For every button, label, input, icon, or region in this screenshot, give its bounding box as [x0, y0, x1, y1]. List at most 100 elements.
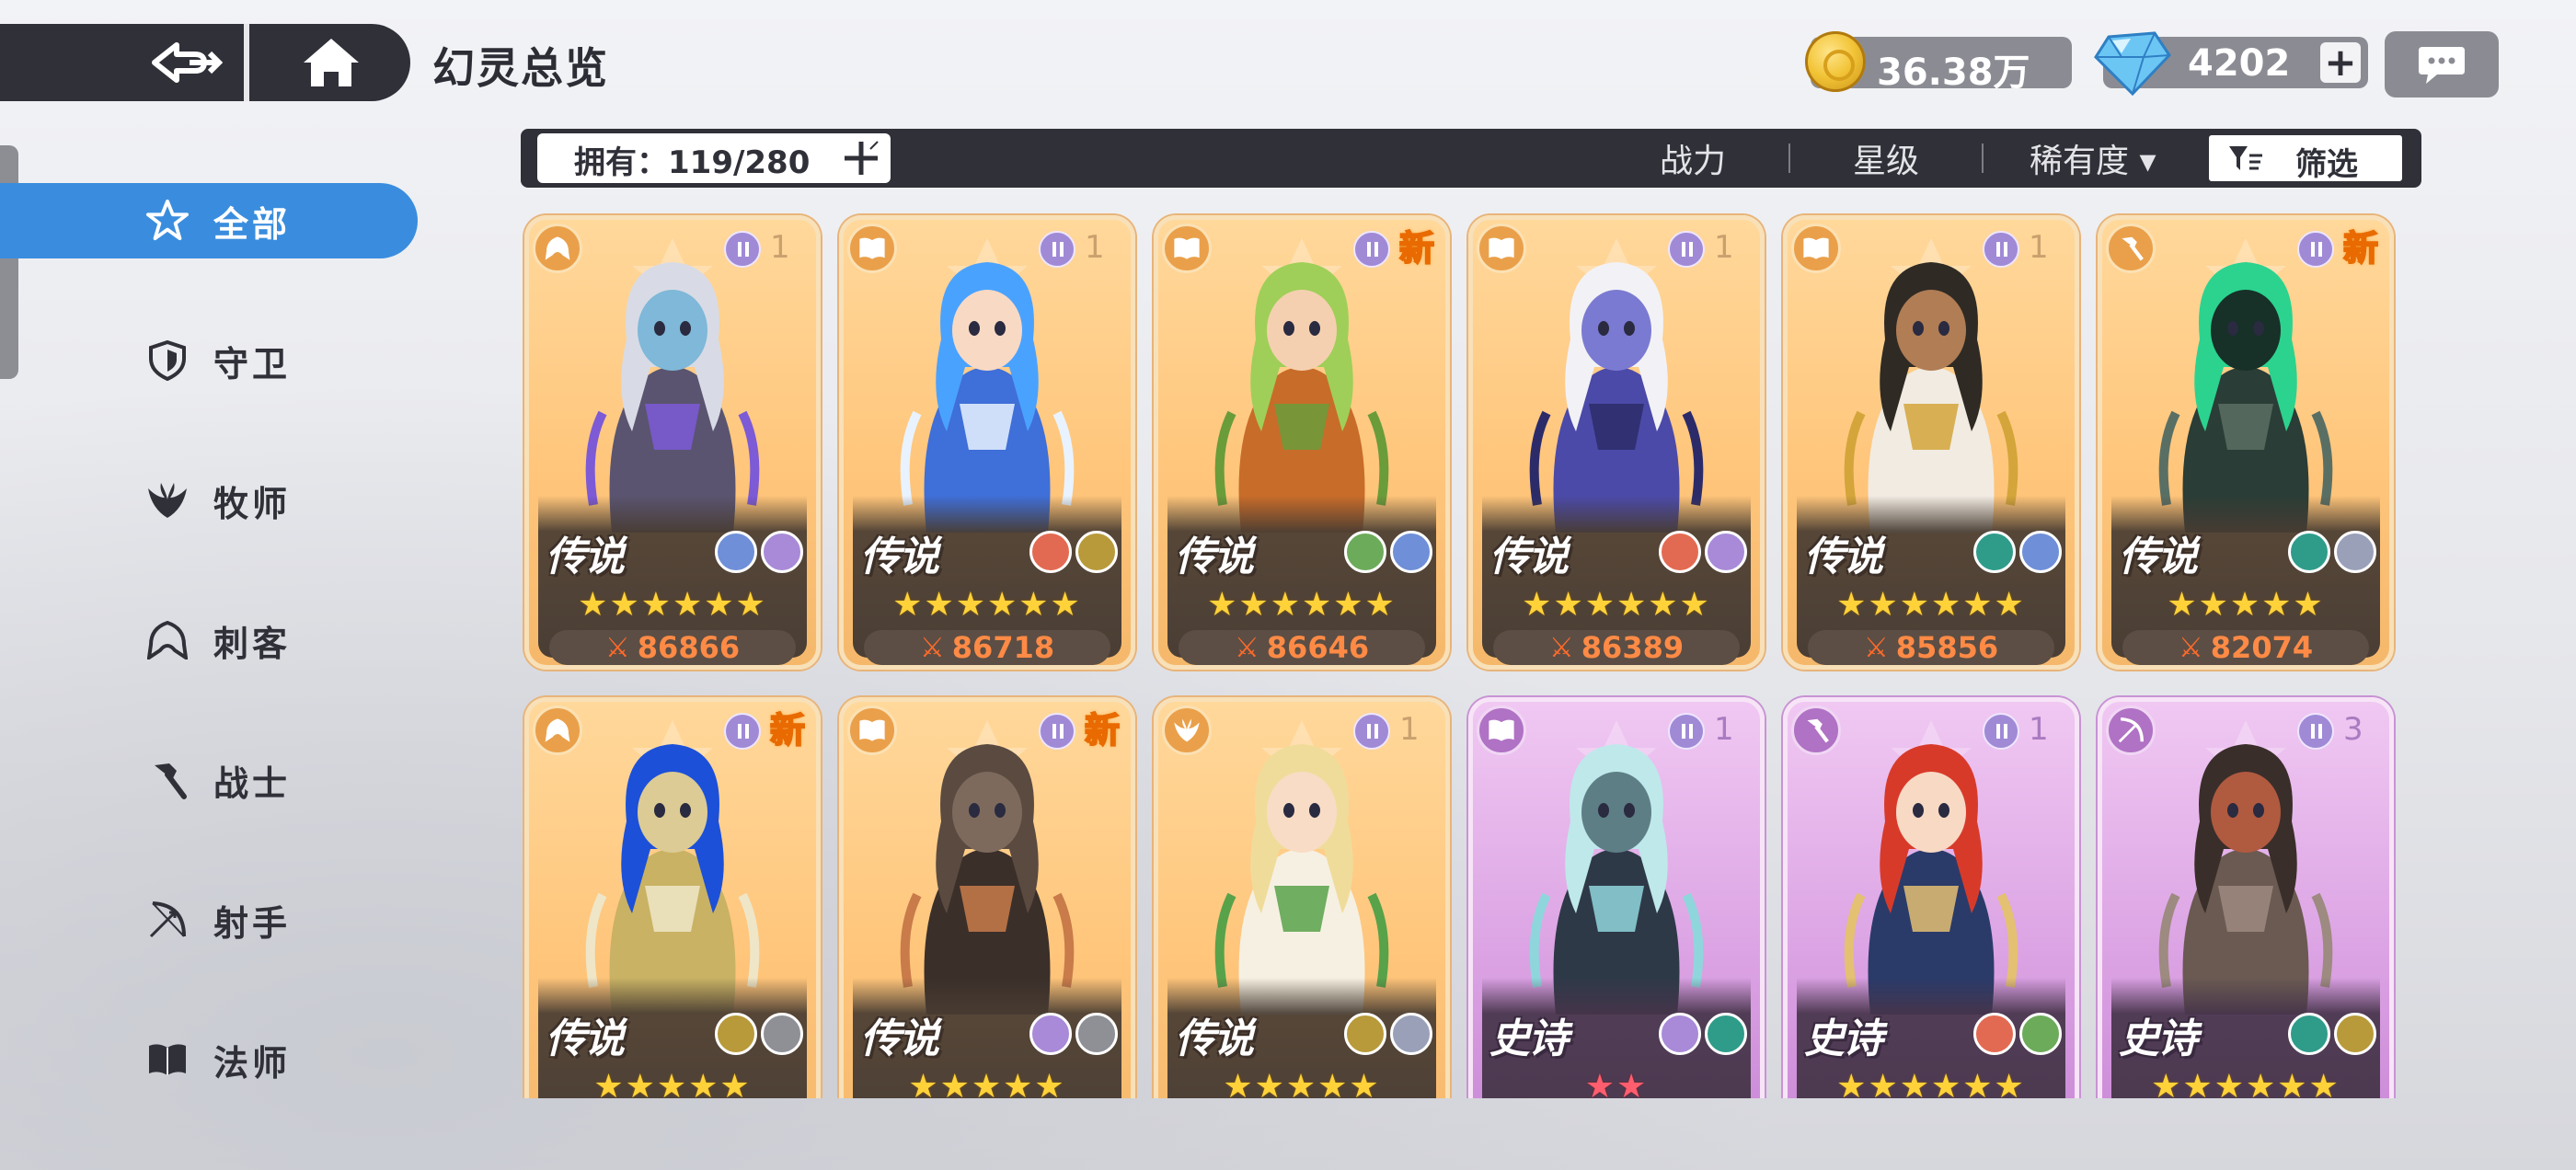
crossed-swords-icon: ⚔ — [1234, 631, 1259, 664]
element-icon — [1344, 531, 1386, 573]
sort-star-button[interactable]: 星级 — [1853, 134, 1919, 182]
new-tag: 新 — [2342, 227, 2379, 270]
element-icon — [715, 1013, 757, 1055]
tier-badge-icon — [2297, 713, 2334, 750]
element-icon — [1659, 531, 1701, 573]
character-portrait — [585, 238, 760, 533]
element-icon — [2334, 1013, 2376, 1055]
power-value: 86646 — [1266, 630, 1370, 665]
spirit-card[interactable]: 1 新传说 ★★★★★ ⚔ 82074 — [2098, 215, 2394, 670]
character-portrait — [1844, 238, 2018, 533]
spirit-card[interactable]: 1 传说 ★★★★★★ ⚔ 86718 — [839, 215, 1135, 670]
bow-icon — [145, 898, 190, 942]
spirit-card[interactable]: 1 新传说 ★★★★★★ ⚔ 86646 — [1154, 215, 1450, 670]
star-rating: ★★★★★★ — [892, 586, 1082, 624]
spirit-card[interactable]: 1 传说 ★★★★★★ ⚔ 86866 — [524, 215, 821, 670]
element-icon — [1705, 1013, 1747, 1055]
tier-badge-icon — [1353, 713, 1390, 750]
crossed-swords-icon: ⚔ — [604, 631, 630, 664]
expand-plus-icon — [845, 141, 879, 175]
gem-currency: 4202 + — [2094, 31, 2368, 96]
book-icon — [1477, 705, 1526, 755]
expand-capacity-button[interactable] — [841, 137, 881, 179]
hood-icon — [533, 705, 582, 755]
element-icon — [1390, 531, 1432, 573]
page-title: 幻灵总览 — [432, 43, 609, 93]
star-rating: ★★ — [1584, 1068, 1649, 1098]
tier-badge-icon — [724, 713, 761, 750]
rarity-label: 传说 — [860, 533, 939, 580]
star-rating: ★★★★★ — [1223, 1068, 1381, 1098]
power-badge: ⚔ 82074 — [2122, 630, 2369, 665]
spirit-card[interactable]: 1 传说 ★★★★★ — [1154, 697, 1450, 1098]
back-button[interactable] — [129, 24, 243, 101]
card-level: 1 — [1399, 711, 1420, 748]
diamond-icon — [2094, 31, 2171, 96]
gold-amount: 36.38万 — [1877, 52, 2030, 94]
add-gems-button[interactable]: + — [2320, 42, 2361, 83]
sidebar-item-label: 法师 — [213, 1042, 292, 1084]
power-value: 85856 — [1895, 630, 1999, 665]
gem-amount: 4202 — [2188, 42, 2291, 85]
power-badge: ⚔ 86389 — [1493, 630, 1740, 665]
star-rating: ★★★★★★ — [1836, 586, 2026, 624]
book-icon — [1477, 224, 1526, 273]
element-icon — [1659, 1013, 1701, 1055]
chat-button[interactable] — [2385, 31, 2499, 98]
sidebar-item-guard[interactable]: 守卫 — [0, 323, 418, 398]
card-level: 1 — [1714, 229, 1734, 266]
spirit-card[interactable]: 1 史诗 ★★★★★★ — [1783, 697, 2079, 1098]
sidebar-item-all[interactable]: 全部 — [0, 183, 418, 258]
new-tag: 新 — [1084, 709, 1121, 751]
sidebar-item-warrior[interactable]: 战士 — [0, 742, 418, 818]
sidebar-item-label: 射手 — [213, 902, 292, 944]
spirit-card[interactable]: 1 史诗 ★★ — [1468, 697, 1765, 1098]
star-rating: ★★★★★ — [593, 1068, 752, 1098]
sort-rarity-button[interactable]: 稀有度 ▾ — [2030, 134, 2156, 182]
element-icon — [2019, 1013, 2062, 1055]
element-icon — [761, 1013, 803, 1055]
crossed-swords-icon: ⚔ — [919, 631, 945, 664]
spirit-card[interactable]: 1 新传说 ★★★★★ — [839, 697, 1135, 1098]
element-icon — [1973, 531, 2016, 573]
rarity-label: 传说 — [860, 1015, 939, 1062]
rarity-label: 传说 — [2119, 533, 2198, 580]
sidebar-item-mage[interactable]: 法师 — [0, 1022, 418, 1097]
card-level: 1 — [2029, 229, 2049, 266]
sort-power-button[interactable]: 战力 — [1660, 134, 1726, 182]
sidebar-item-archer[interactable]: 射手 — [0, 882, 418, 958]
rarity-label: 传说 — [1175, 1015, 1254, 1062]
star-rating: ★★★★★ — [2167, 586, 2325, 624]
element-icon — [1029, 1013, 1072, 1055]
character-portrait — [900, 720, 1075, 1015]
home-button[interactable] — [276, 24, 386, 101]
power-value: 86866 — [637, 630, 741, 665]
home-icon — [304, 39, 359, 86]
tier-badge-icon — [724, 231, 761, 268]
sidebar-item-label: 战士 — [213, 763, 292, 804]
new-tag: 新 — [769, 709, 806, 751]
element-icon — [761, 531, 803, 573]
spirit-card[interactable]: 1 传说 ★★★★★★ ⚔ 85856 — [1783, 215, 2079, 670]
rarity-label: 传说 — [546, 1015, 625, 1062]
sidebar-item-priest[interactable]: 牧师 — [0, 463, 418, 538]
element-icon — [2288, 531, 2330, 573]
spirit-card[interactable]: 3 史诗 ★★★★★★ — [2098, 697, 2394, 1098]
element-icon — [1973, 1013, 2016, 1055]
spirit-card[interactable]: 1 传说 ★★★★★★ ⚔ 86389 — [1468, 215, 1765, 670]
sidebar-item-label: 牧师 — [213, 483, 292, 524]
tier-badge-icon — [1668, 713, 1705, 750]
element-icon — [1075, 1013, 1118, 1055]
element-icon — [715, 531, 757, 573]
wing-icon — [1162, 705, 1212, 755]
character-portrait — [1529, 720, 1704, 1015]
back-arrow-icon — [152, 42, 223, 83]
rarity-label: 传说 — [546, 533, 625, 580]
star-rating: ★★★★★★ — [578, 586, 767, 624]
spirit-card[interactable]: 1 新传说 ★★★★★ — [524, 697, 821, 1098]
book-icon — [145, 1038, 190, 1082]
tier-badge-icon — [1983, 231, 2019, 268]
filter-button[interactable]: 筛选 — [2206, 132, 2405, 184]
owned-count-box[interactable]: 拥有：119/280 — [537, 133, 891, 183]
sidebar-item-assassin[interactable]: 刺客 — [0, 602, 418, 678]
